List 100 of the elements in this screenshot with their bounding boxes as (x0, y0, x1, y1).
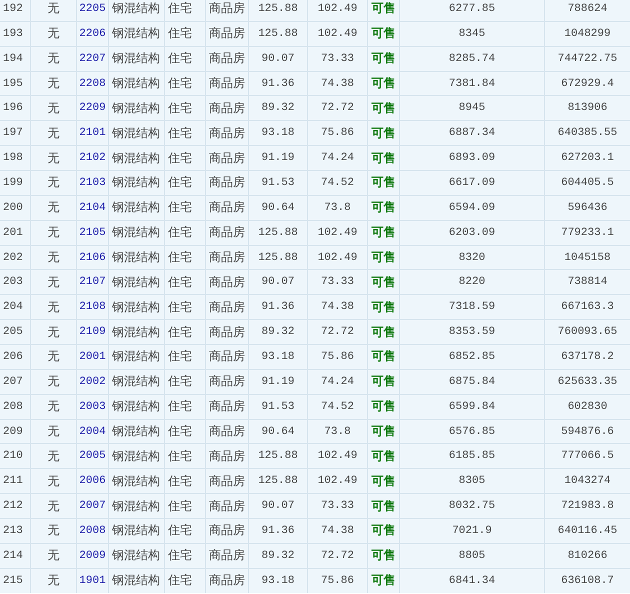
row-number: 203 (3, 276, 23, 288)
table-cell: 1048299 (564, 28, 611, 40)
table-cell: 102.49 (318, 2, 358, 15)
table-cell: 640385.55 (558, 127, 618, 140)
row-number: 193 (3, 28, 23, 40)
table-cell: 125.88 (258, 450, 298, 462)
table-cell: 91.53 (261, 400, 294, 413)
status-label: 可售 (372, 100, 396, 117)
table-cell: 商品房 (209, 348, 245, 366)
table-cell: 钢混结构 (112, 298, 160, 316)
table-cell: 钢混结构 (112, 150, 160, 167)
table-cell: 102.49 (318, 252, 358, 264)
table-cell: 商品房 (209, 249, 245, 266)
row-number: 213 (3, 524, 23, 537)
table-cell: 91.36 (261, 78, 294, 90)
table-cell: 721983.8 (561, 500, 614, 512)
table-cell: 90.07 (261, 500, 294, 512)
table-cell: 商品房 (209, 50, 245, 68)
table-cell: 6185.85 (448, 450, 496, 462)
row-number: 208 (3, 400, 23, 413)
table-cell: 住宅 (168, 75, 192, 92)
table-cell: 810266 (568, 550, 608, 562)
table-cell: 无 (48, 348, 60, 366)
table-cell: 无 (48, 25, 60, 42)
table-cell: 无 (48, 174, 60, 192)
table-cell: 住宅 (168, 324, 192, 341)
table-cell: 72.72 (320, 550, 354, 562)
table-cell: 637178.2 (561, 350, 614, 363)
table-cell: 667163.3 (561, 301, 614, 314)
table-cell: 无 (48, 75, 60, 92)
table-cell: 住宅 (168, 522, 192, 540)
table-cell: 89.32 (261, 550, 294, 562)
table-cell: 7021.9 (452, 524, 492, 537)
table-cell: 住宅 (168, 298, 192, 316)
table-cell: 75.86 (320, 350, 354, 363)
table-cell: 125.88 (258, 226, 298, 239)
table-cell: 8305 (458, 475, 486, 488)
row-number: 215 (3, 574, 23, 587)
table-cell: 商品房 (209, 298, 245, 316)
table-cell: 钢混结构 (112, 224, 160, 242)
table-cell: 钢混结构 (112, 25, 160, 42)
table-cell: 钢混结构 (112, 398, 160, 416)
table-cell: 无 (48, 0, 60, 18)
table-cell: 钢混结构 (112, 448, 160, 465)
table-cell: 商品房 (209, 0, 245, 18)
table-cell: 商品房 (209, 100, 245, 117)
table-cell: 8805 (458, 550, 486, 562)
table-cell: 102.49 (318, 450, 358, 462)
table-cell: 钢混结构 (112, 572, 160, 590)
table-cell: 73.33 (320, 276, 354, 288)
table-cell: 8945 (458, 102, 486, 114)
table-cell: 8353.59 (448, 326, 496, 338)
row-number: 201 (3, 226, 23, 239)
table-cell: 无 (48, 398, 60, 416)
table-cell: 788624 (568, 2, 608, 15)
row-number: 209 (3, 426, 23, 438)
table-cell: 钢混结构 (112, 50, 160, 68)
table-cell: 住宅 (168, 124, 192, 142)
row-number: 210 (3, 450, 23, 462)
table-cell: 125.88 (258, 2, 298, 15)
table-cell: 8285.74 (448, 52, 496, 65)
table-cell: 8320 (458, 252, 486, 264)
table-cell: 777066.5 (561, 450, 614, 462)
row-number: 205 (3, 326, 23, 338)
table-cell: 73.8 (324, 202, 351, 214)
table-cell: 125.88 (258, 252, 298, 264)
table-cell: 6599.84 (448, 400, 496, 413)
table-cell: 钢混结构 (112, 0, 160, 18)
table-cell: 760093.65 (558, 326, 618, 338)
table-cell: 商品房 (209, 274, 245, 291)
table-cell: 住宅 (168, 398, 192, 416)
table-cell: 93.18 (261, 127, 294, 140)
table-cell: 74.24 (320, 152, 354, 164)
table-cell: 住宅 (168, 498, 192, 515)
table-cell: 91.53 (261, 176, 294, 189)
table-cell: 636108.7 (561, 574, 614, 587)
table-cell: 住宅 (168, 373, 192, 390)
table-cell: 6277.85 (448, 2, 496, 15)
table-cell: 无 (48, 150, 60, 167)
table-cell: 住宅 (168, 423, 192, 440)
table-cell: 商品房 (209, 448, 245, 465)
table-cell: 钢混结构 (112, 174, 160, 192)
table-cell: 钢混结构 (112, 423, 160, 440)
table-cell: 627203.1 (561, 152, 614, 164)
table-cell: 无 (48, 498, 60, 515)
status-label: 可售 (372, 174, 396, 192)
table-cell: 6594.09 (448, 202, 496, 214)
table-cell: 钢混结构 (112, 547, 160, 564)
table-cell: 无 (48, 324, 60, 341)
table-cell: 74.52 (320, 400, 354, 413)
row-number: 198 (3, 152, 23, 164)
table-cell: 商品房 (209, 25, 245, 42)
table-cell: 102.49 (318, 28, 358, 40)
status-label: 可售 (372, 348, 396, 366)
status-label: 可售 (372, 124, 396, 142)
status-label: 可售 (372, 50, 396, 68)
table-cell: 无 (48, 472, 60, 490)
table-cell: 商品房 (209, 174, 245, 192)
table-cell: 住宅 (168, 174, 192, 192)
table-cell: 商品房 (209, 150, 245, 167)
